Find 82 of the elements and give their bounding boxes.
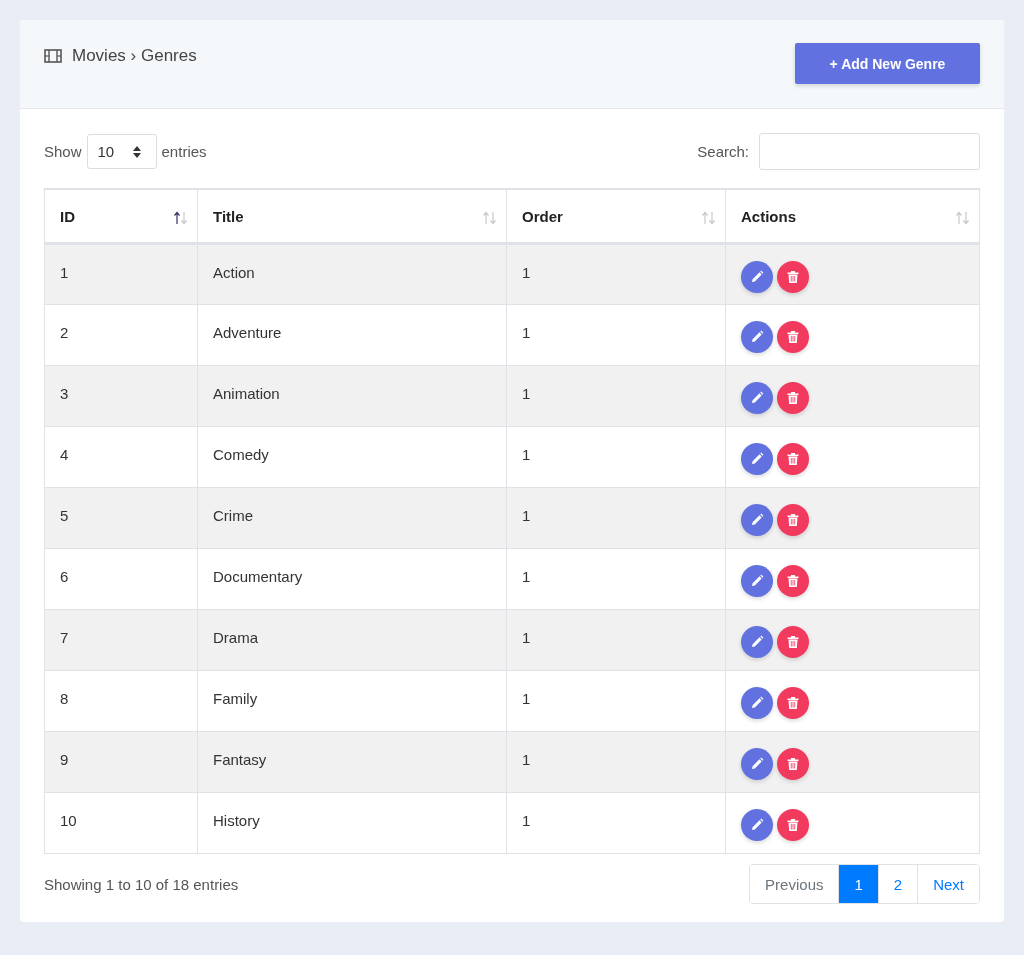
next-button[interactable]: Next — [917, 865, 979, 903]
delete-button[interactable] — [777, 687, 809, 719]
delete-button[interactable] — [777, 809, 809, 841]
trash-icon — [787, 452, 799, 466]
trash-icon — [787, 818, 799, 832]
entries-label: entries — [161, 143, 207, 160]
pencil-icon — [750, 391, 764, 405]
delete-button[interactable] — [777, 443, 809, 475]
table-cell: History — [213, 812, 260, 829]
delete-button[interactable] — [777, 321, 809, 353]
table-cell: 1 — [522, 568, 531, 585]
pencil-icon — [750, 757, 764, 771]
table-cell: Animation — [213, 385, 280, 402]
edit-button[interactable] — [741, 809, 773, 841]
table-cell: 1 — [522, 812, 531, 829]
show-label: Show — [44, 143, 82, 160]
trash-icon — [787, 757, 799, 771]
table-cell: 1 — [522, 507, 531, 524]
pencil-icon — [750, 696, 764, 710]
table-cell: Fantasy — [213, 751, 267, 768]
edit-button[interactable] — [741, 504, 773, 536]
table-cell: Crime — [213, 507, 253, 524]
edit-button[interactable] — [741, 687, 773, 719]
table-cell: 10 — [60, 812, 77, 829]
table-cell: 6 — [60, 568, 69, 585]
entries-info: Showing 1 to 10 of 18 entries — [44, 875, 239, 893]
table-cell: Comedy — [213, 446, 269, 463]
table-cell: 1 — [522, 385, 531, 402]
table-cell: 2 — [60, 324, 69, 341]
delete-button[interactable] — [777, 565, 809, 597]
table-cell: 5 — [60, 507, 69, 524]
delete-button[interactable] — [777, 748, 809, 780]
search-label: Search: — [697, 143, 749, 160]
pencil-icon — [750, 330, 764, 344]
table-cell: Adventure — [213, 324, 282, 341]
table-cell: 9 — [60, 751, 69, 768]
table-cell: 1 — [522, 629, 531, 646]
table-cell: 1 — [60, 264, 69, 281]
table-cell: 4 — [60, 446, 69, 463]
table-cell: 1 — [522, 751, 531, 768]
edit-button[interactable] — [741, 443, 773, 475]
trash-icon — [787, 635, 799, 649]
table-cell: 1 — [522, 446, 531, 463]
trash-icon — [787, 270, 799, 284]
page-button[interactable]: 1 — [838, 865, 878, 903]
pencil-icon — [750, 574, 764, 588]
delete-button[interactable] — [777, 626, 809, 658]
edit-button[interactable] — [741, 261, 773, 293]
table-cell: Documentary — [213, 568, 303, 585]
table-cell: 1 — [522, 324, 531, 341]
trash-icon — [787, 574, 799, 588]
pencil-icon — [750, 513, 764, 527]
pencil-icon — [750, 452, 764, 466]
table-cell: Drama — [213, 629, 258, 646]
pencil-icon — [750, 270, 764, 284]
add-genre-button[interactable]: + Add New Genre — [795, 43, 980, 84]
table-cell: 8 — [60, 690, 69, 707]
film-icon — [44, 49, 62, 63]
edit-button[interactable] — [741, 626, 773, 658]
table-cell: 1 — [522, 690, 531, 707]
breadcrumb: Movies › Genres — [72, 46, 197, 66]
edit-button[interactable] — [741, 321, 773, 353]
search-field[interactable] — [759, 133, 980, 170]
delete-button[interactable] — [777, 261, 809, 293]
trash-icon — [787, 330, 799, 344]
edit-button[interactable] — [741, 382, 773, 414]
entries-select[interactable]: 10 — [86, 134, 157, 169]
trash-icon — [787, 513, 799, 527]
trash-icon — [787, 391, 799, 405]
table-cell: 3 — [60, 385, 69, 402]
edit-button[interactable] — [741, 748, 773, 780]
trash-icon — [787, 696, 799, 710]
delete-button[interactable] — [777, 504, 809, 536]
delete-button[interactable] — [777, 382, 809, 414]
table-cell: 1 — [522, 264, 531, 281]
edit-button[interactable] — [741, 565, 773, 597]
table-cell: 7 — [60, 629, 69, 646]
pencil-icon — [750, 818, 764, 832]
table-cell: Family — [213, 690, 258, 707]
pencil-icon — [750, 635, 764, 649]
spinner-icon — [131, 144, 142, 159]
table-cell: Action — [213, 264, 255, 281]
